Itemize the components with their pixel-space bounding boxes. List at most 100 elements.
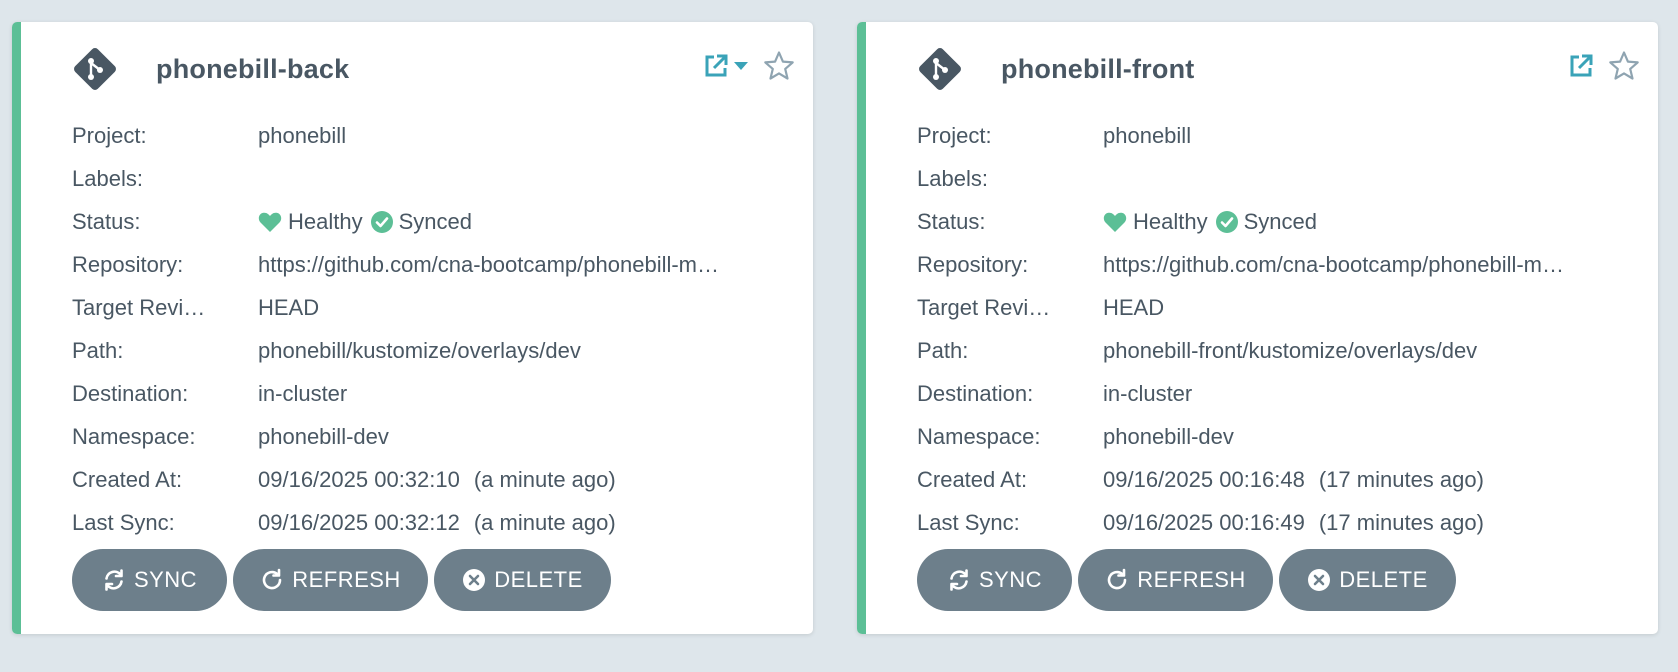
row-destination: Destination: in-cluster [72, 372, 773, 415]
sync-button-label: SYNC [978, 567, 1043, 592]
sync-status-text: Synced [398, 208, 472, 234]
created-at-value: 09/16/2025 00:32:10 (a minute ago) [258, 467, 773, 493]
namespace-value: phonebill-dev [258, 423, 389, 449]
star-icon[interactable] [1608, 50, 1640, 82]
destination-label: Destination: [917, 380, 1034, 406]
created-at-relative: (17 minutes ago) [1318, 466, 1484, 492]
row-path: Path: phonebill-front/kustomize/overlays… [917, 329, 1618, 372]
sync-status-text: Synced [1243, 208, 1317, 234]
row-project: Project: phonebill [917, 114, 1618, 157]
destination-value: in-cluster [1103, 380, 1193, 406]
refresh-button[interactable]: REFRESH [1078, 549, 1273, 611]
app-actions: SYNC REFRESH DELETE [917, 549, 1456, 611]
sync-button[interactable]: SYNC [917, 549, 1072, 611]
git-icon [919, 48, 961, 90]
heart-icon [258, 212, 282, 232]
row-path: Path: phonebill/kustomize/overlays/dev [72, 329, 773, 372]
sync-status-accent-bar [857, 22, 866, 634]
row-labels: Labels: [917, 157, 1618, 200]
target-revision-label: Target Revi… [72, 294, 206, 320]
row-repository: Repository: https://github.com/cna-bootc… [72, 243, 773, 286]
star-icon[interactable] [763, 50, 795, 82]
external-link-icon[interactable] [703, 53, 729, 79]
app-card-phonebill-back[interactable]: phonebill-back Project: phonebill Labels… [12, 22, 813, 634]
last-sync-timestamp: 09/16/2025 00:32:12 [258, 509, 460, 535]
delete-button-label: DELETE [1339, 567, 1428, 592]
external-link-icon[interactable] [1568, 53, 1594, 79]
row-namespace: Namespace: phonebill-dev [72, 415, 773, 458]
header-actions [1568, 50, 1640, 82]
created-at-timestamp: 09/16/2025 00:32:10 [258, 466, 460, 492]
refresh-button-label: REFRESH [292, 567, 401, 592]
repository-value: https://github.com/cna-bootcamp/phonebil… [1103, 252, 1618, 278]
created-at-timestamp: 09/16/2025 00:16:48 [1103, 466, 1305, 492]
labels-label: Labels: [917, 165, 988, 191]
delete-button[interactable]: DELETE [1279, 549, 1456, 611]
project-label: Project: [72, 122, 147, 148]
path-value: phonebill-front/kustomize/overlays/dev [1103, 337, 1478, 363]
sync-status-accent-bar [12, 22, 21, 634]
app-card-phonebill-front[interactable]: phonebill-front Project: phonebill Label… [857, 22, 1658, 634]
refresh-button[interactable]: REFRESH [233, 549, 428, 611]
namespace-value: phonebill-dev [1103, 423, 1234, 449]
sync-button[interactable]: SYNC [72, 549, 227, 611]
health-status-text: Healthy [288, 208, 363, 234]
row-labels: Labels: [72, 157, 773, 200]
destination-value: in-cluster [258, 380, 348, 406]
last-sync-relative: (a minute ago) [473, 509, 616, 535]
refresh-icon [1107, 568, 1127, 590]
app-actions: SYNC REFRESH DELETE [72, 549, 611, 611]
row-repository: Repository: https://github.com/cna-bootc… [917, 243, 1618, 286]
row-last-sync: Last Sync: 09/16/2025 00:16:49 (17 minut… [917, 501, 1618, 544]
target-revision-value: HEAD [1103, 294, 1165, 320]
app-card-header: phonebill-back [72, 44, 795, 94]
status-label: Status: [72, 208, 141, 234]
repository-url[interactable]: https://github.com/cna-bootcamp/phonebil… [258, 252, 719, 278]
created-at-label: Created At: [917, 466, 1028, 492]
row-created-at: Created At: 09/16/2025 00:32:10 (a minut… [72, 458, 773, 501]
last-sync-label: Last Sync: [917, 509, 1020, 535]
target-revision-label: Target Revi… [917, 294, 1051, 320]
external-link-dropdown[interactable] [703, 53, 749, 79]
namespace-label: Namespace: [917, 423, 1041, 449]
git-icon [74, 48, 116, 90]
sync-status: Synced [370, 208, 472, 235]
delete-button-label: DELETE [494, 567, 583, 592]
delete-button[interactable]: DELETE [434, 549, 611, 611]
row-target-revision: Target Revi… HEAD [72, 286, 773, 329]
caret-down-icon[interactable] [733, 60, 749, 72]
app-details: Project: phonebill Labels: Status: Healt… [917, 114, 1618, 544]
project-value: phonebill [1103, 122, 1192, 148]
created-at-value: 09/16/2025 00:16:48 (17 minutes ago) [1103, 467, 1618, 493]
app-name[interactable]: phonebill-front [1001, 54, 1194, 85]
repository-label: Repository: [917, 251, 1029, 277]
sync-status: Synced [1215, 208, 1317, 235]
namespace-label: Namespace: [72, 423, 196, 449]
app-name[interactable]: phonebill-back [156, 54, 349, 85]
repository-url[interactable]: https://github.com/cna-bootcamp/phonebil… [1103, 252, 1564, 278]
row-project: Project: phonebill [72, 114, 773, 157]
status-value: Healthy Synced [258, 209, 773, 235]
health-status: Healthy [1103, 209, 1208, 235]
path-label: Path: [917, 337, 969, 363]
path-value: phonebill/kustomize/overlays/dev [258, 337, 581, 363]
health-status: Healthy [258, 209, 363, 235]
last-sync-value: 09/16/2025 00:32:12 (a minute ago) [258, 510, 773, 536]
last-sync-value: 09/16/2025 00:16:49 (17 minutes ago) [1103, 510, 1618, 536]
app-card-header: phonebill-front [917, 44, 1640, 94]
app-details: Project: phonebill Labels: Status: Healt… [72, 114, 773, 544]
sync-icon [105, 569, 123, 591]
row-namespace: Namespace: phonebill-dev [917, 415, 1618, 458]
repository-value: https://github.com/cna-bootcamp/phonebil… [258, 252, 773, 278]
header-actions [703, 50, 795, 82]
heart-icon [1103, 212, 1127, 232]
sync-icon [950, 569, 968, 591]
delete-circle-icon [1308, 569, 1331, 591]
row-status: Status: Healthy Synced [917, 200, 1618, 243]
row-created-at: Created At: 09/16/2025 00:16:48 (17 minu… [917, 458, 1618, 501]
last-sync-timestamp: 09/16/2025 00:16:49 [1103, 509, 1305, 535]
created-at-label: Created At: [72, 466, 183, 492]
last-sync-label: Last Sync: [72, 509, 175, 535]
row-status: Status: Healthy Synced [72, 200, 773, 243]
row-target-revision: Target Revi… HEAD [917, 286, 1618, 329]
